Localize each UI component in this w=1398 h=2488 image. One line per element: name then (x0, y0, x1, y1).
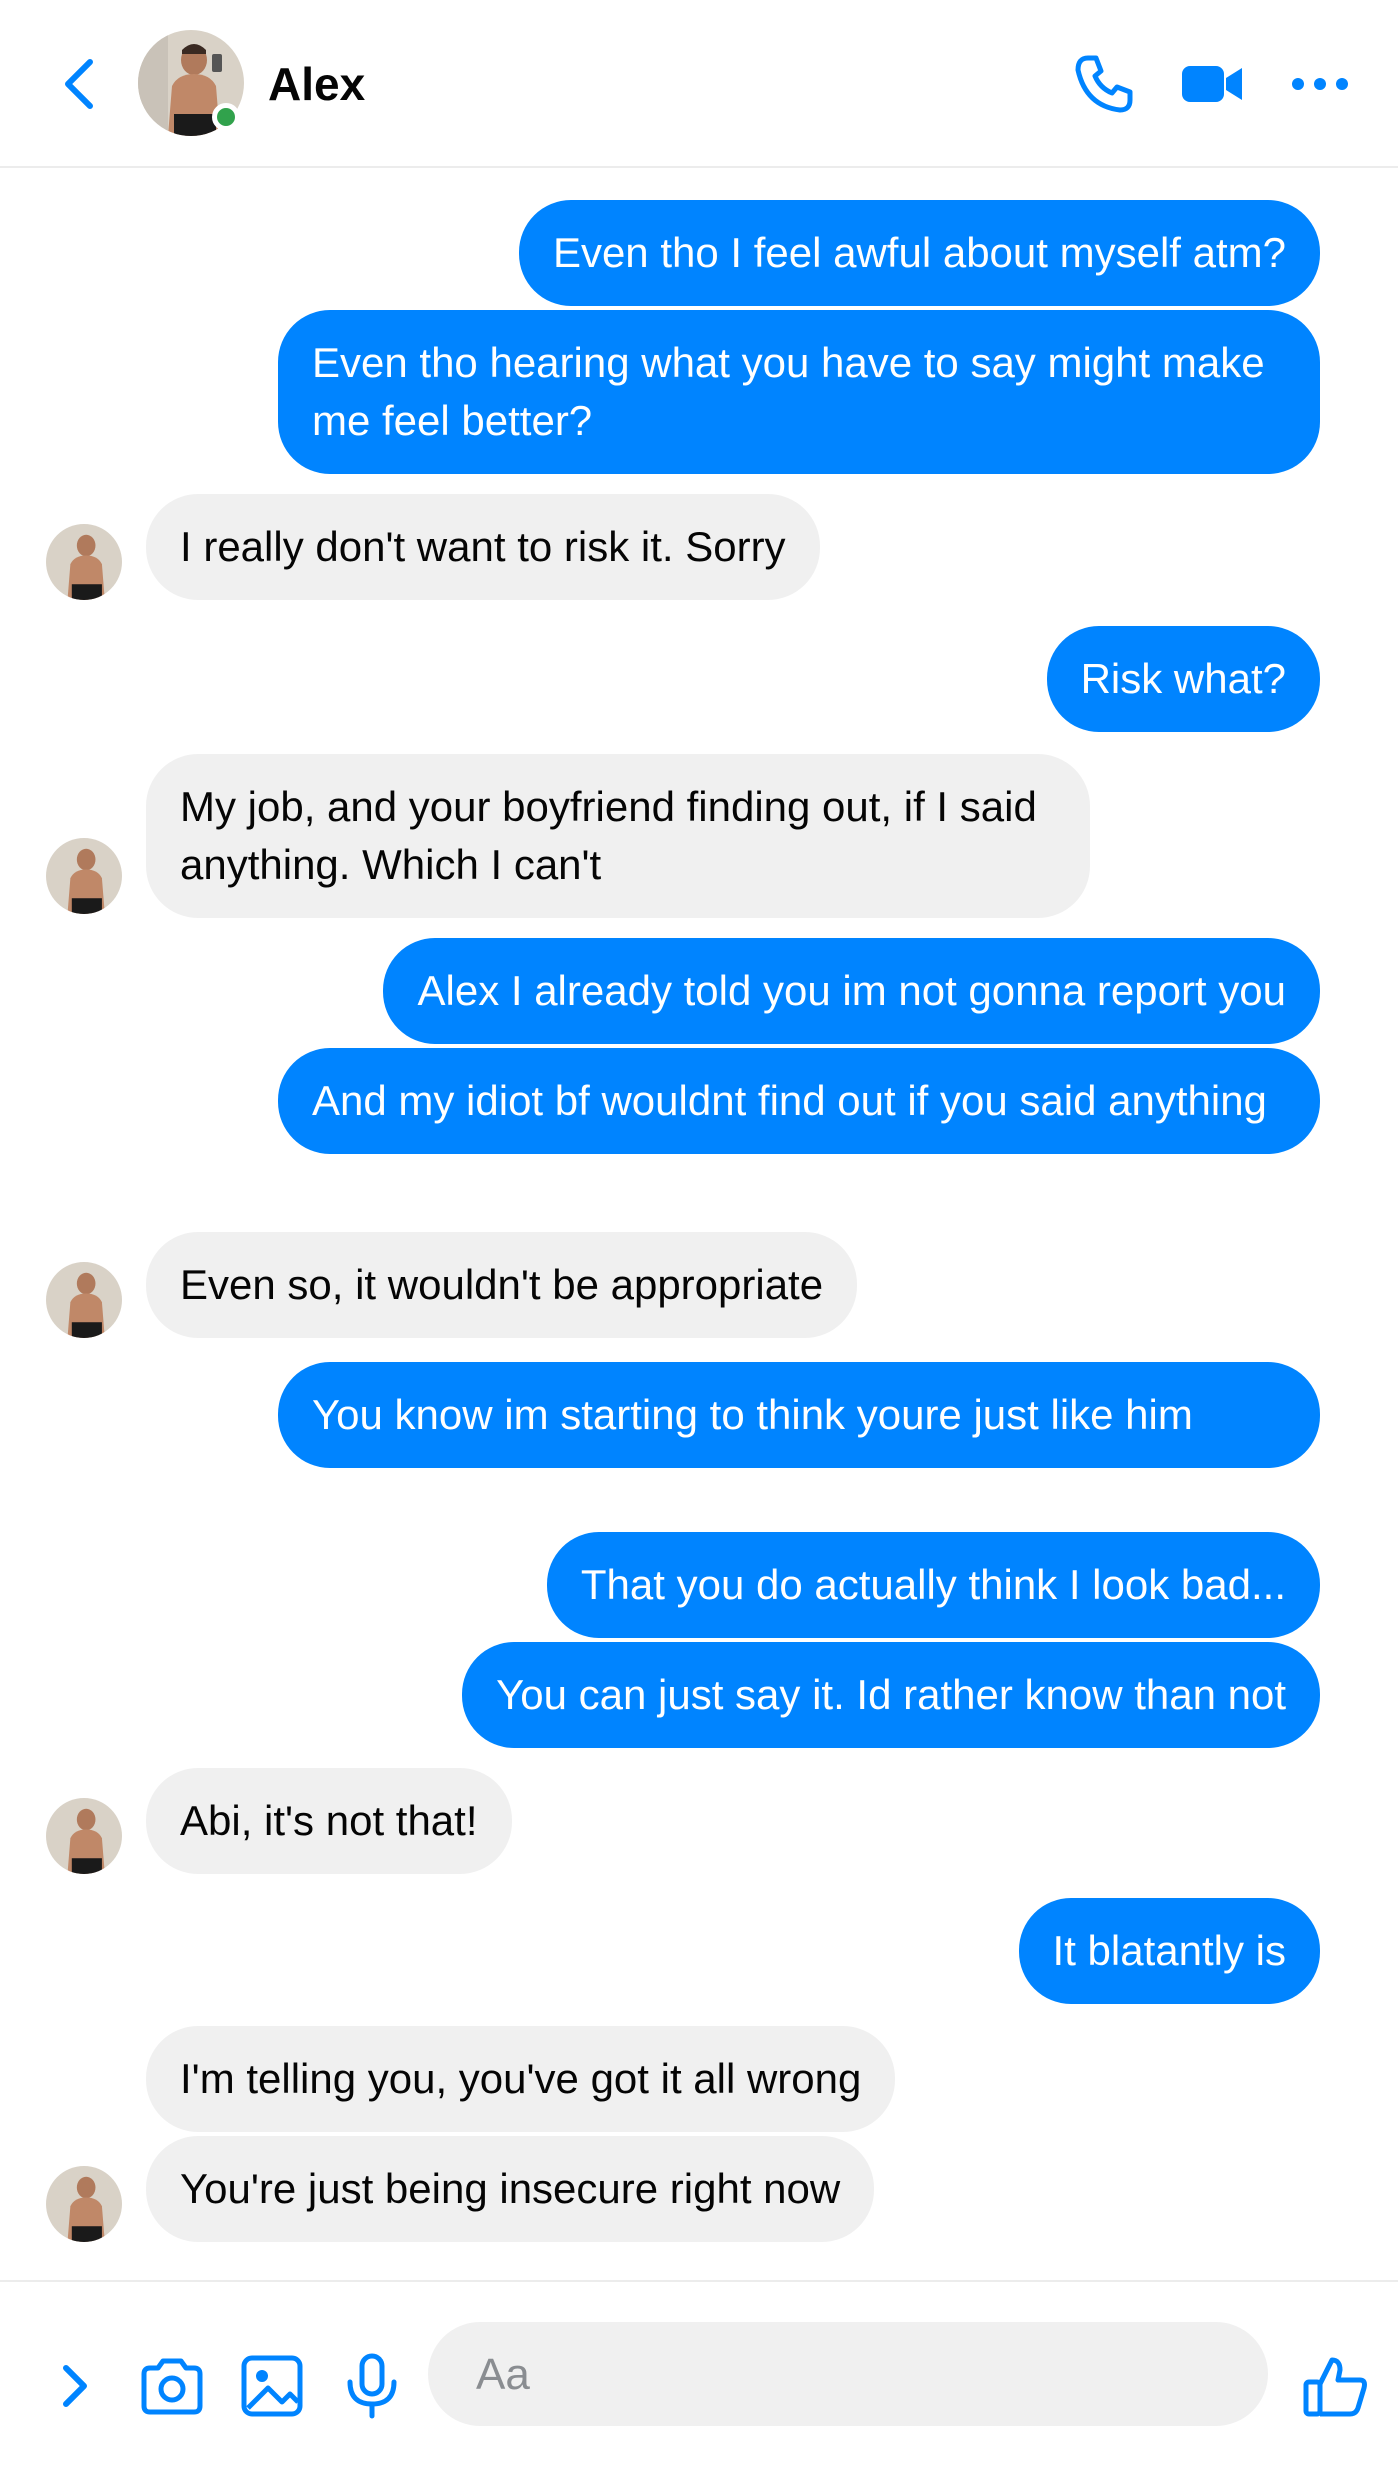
call-button[interactable] (1068, 48, 1140, 120)
person-photo-icon (46, 2166, 122, 2242)
message-bubble-sent[interactable]: You know im starting to think youre just… (278, 1362, 1320, 1468)
message-bubble-received[interactable]: Abi, it's not that! (146, 1768, 512, 1874)
person-photo-icon (46, 1262, 122, 1338)
more-options-button[interactable] (1284, 48, 1356, 120)
message-bubble-sent[interactable]: It blatantly is (1018, 1898, 1320, 2004)
message-bubble-sent[interactable]: Even tho I feel awful about myself atm? (518, 200, 1320, 306)
camera-icon (141, 2358, 203, 2415)
message-bubble-received[interactable]: Even so, it wouldn't be appropriate (146, 1232, 858, 1338)
message-bubble-sent[interactable]: Even tho hearing what you have to say mi… (278, 310, 1320, 474)
message-bubble-sent[interactable]: And my idiot bf wouldnt find out if you … (278, 1048, 1320, 1154)
contact-avatar-small[interactable] (46, 1798, 122, 1874)
phone-icon (1075, 55, 1133, 113)
message-bubble-sent[interactable]: You can just say it. Id rather know than… (462, 1642, 1320, 1748)
contact-avatar-small[interactable] (46, 524, 122, 600)
gallery-button[interactable] (236, 2350, 308, 2422)
message-bubble-received[interactable]: My job, and your boyfriend finding out, … (146, 754, 1090, 918)
message-composer[interactable] (428, 2322, 1268, 2428)
message-bubble-sent[interactable]: That you do actually think I look bad... (546, 1532, 1320, 1638)
thumbs-up-icon (1303, 2357, 1367, 2417)
chat-header: Alex (0, 0, 1398, 168)
voice-message-button[interactable] (336, 2350, 408, 2422)
contact-avatar-small[interactable] (46, 1262, 122, 1338)
like-button[interactable] (1300, 2350, 1372, 2422)
person-photo-icon (46, 524, 122, 600)
expand-actions-button[interactable] (40, 2350, 112, 2422)
expand-icon (63, 2365, 87, 2407)
back-button[interactable] (50, 52, 114, 116)
camera-button[interactable] (136, 2350, 208, 2422)
video-camera-icon (1182, 66, 1242, 102)
composer-bar (0, 2280, 1398, 2488)
more-icon (1292, 78, 1348, 90)
message-input[interactable] (474, 2322, 1238, 2428)
video-call-button[interactable] (1176, 48, 1248, 120)
message-bubble-received[interactable]: I really don't want to risk it. Sorry (146, 494, 820, 600)
person-photo-icon (46, 1798, 122, 1874)
gallery-icon (241, 2355, 303, 2417)
message-bubble-received[interactable]: I'm telling you, you've got it all wrong (146, 2026, 896, 2132)
back-icon (65, 59, 93, 109)
contact-name[interactable]: Alex (268, 56, 365, 112)
message-bubble-sent[interactable]: Alex I already told you im not gonna rep… (383, 938, 1320, 1044)
online-status-dot (212, 103, 240, 131)
person-photo-icon (46, 838, 122, 914)
contact-avatar-small[interactable] (46, 2166, 122, 2242)
message-thread[interactable]: Even tho I feel awful about myself atm? … (0, 168, 1398, 2278)
microphone-icon (347, 2353, 397, 2419)
contact-avatar-small[interactable] (46, 838, 122, 914)
message-bubble-received[interactable]: You're just being insecure right now (146, 2136, 875, 2242)
message-bubble-sent[interactable]: Risk what? (1046, 626, 1320, 732)
